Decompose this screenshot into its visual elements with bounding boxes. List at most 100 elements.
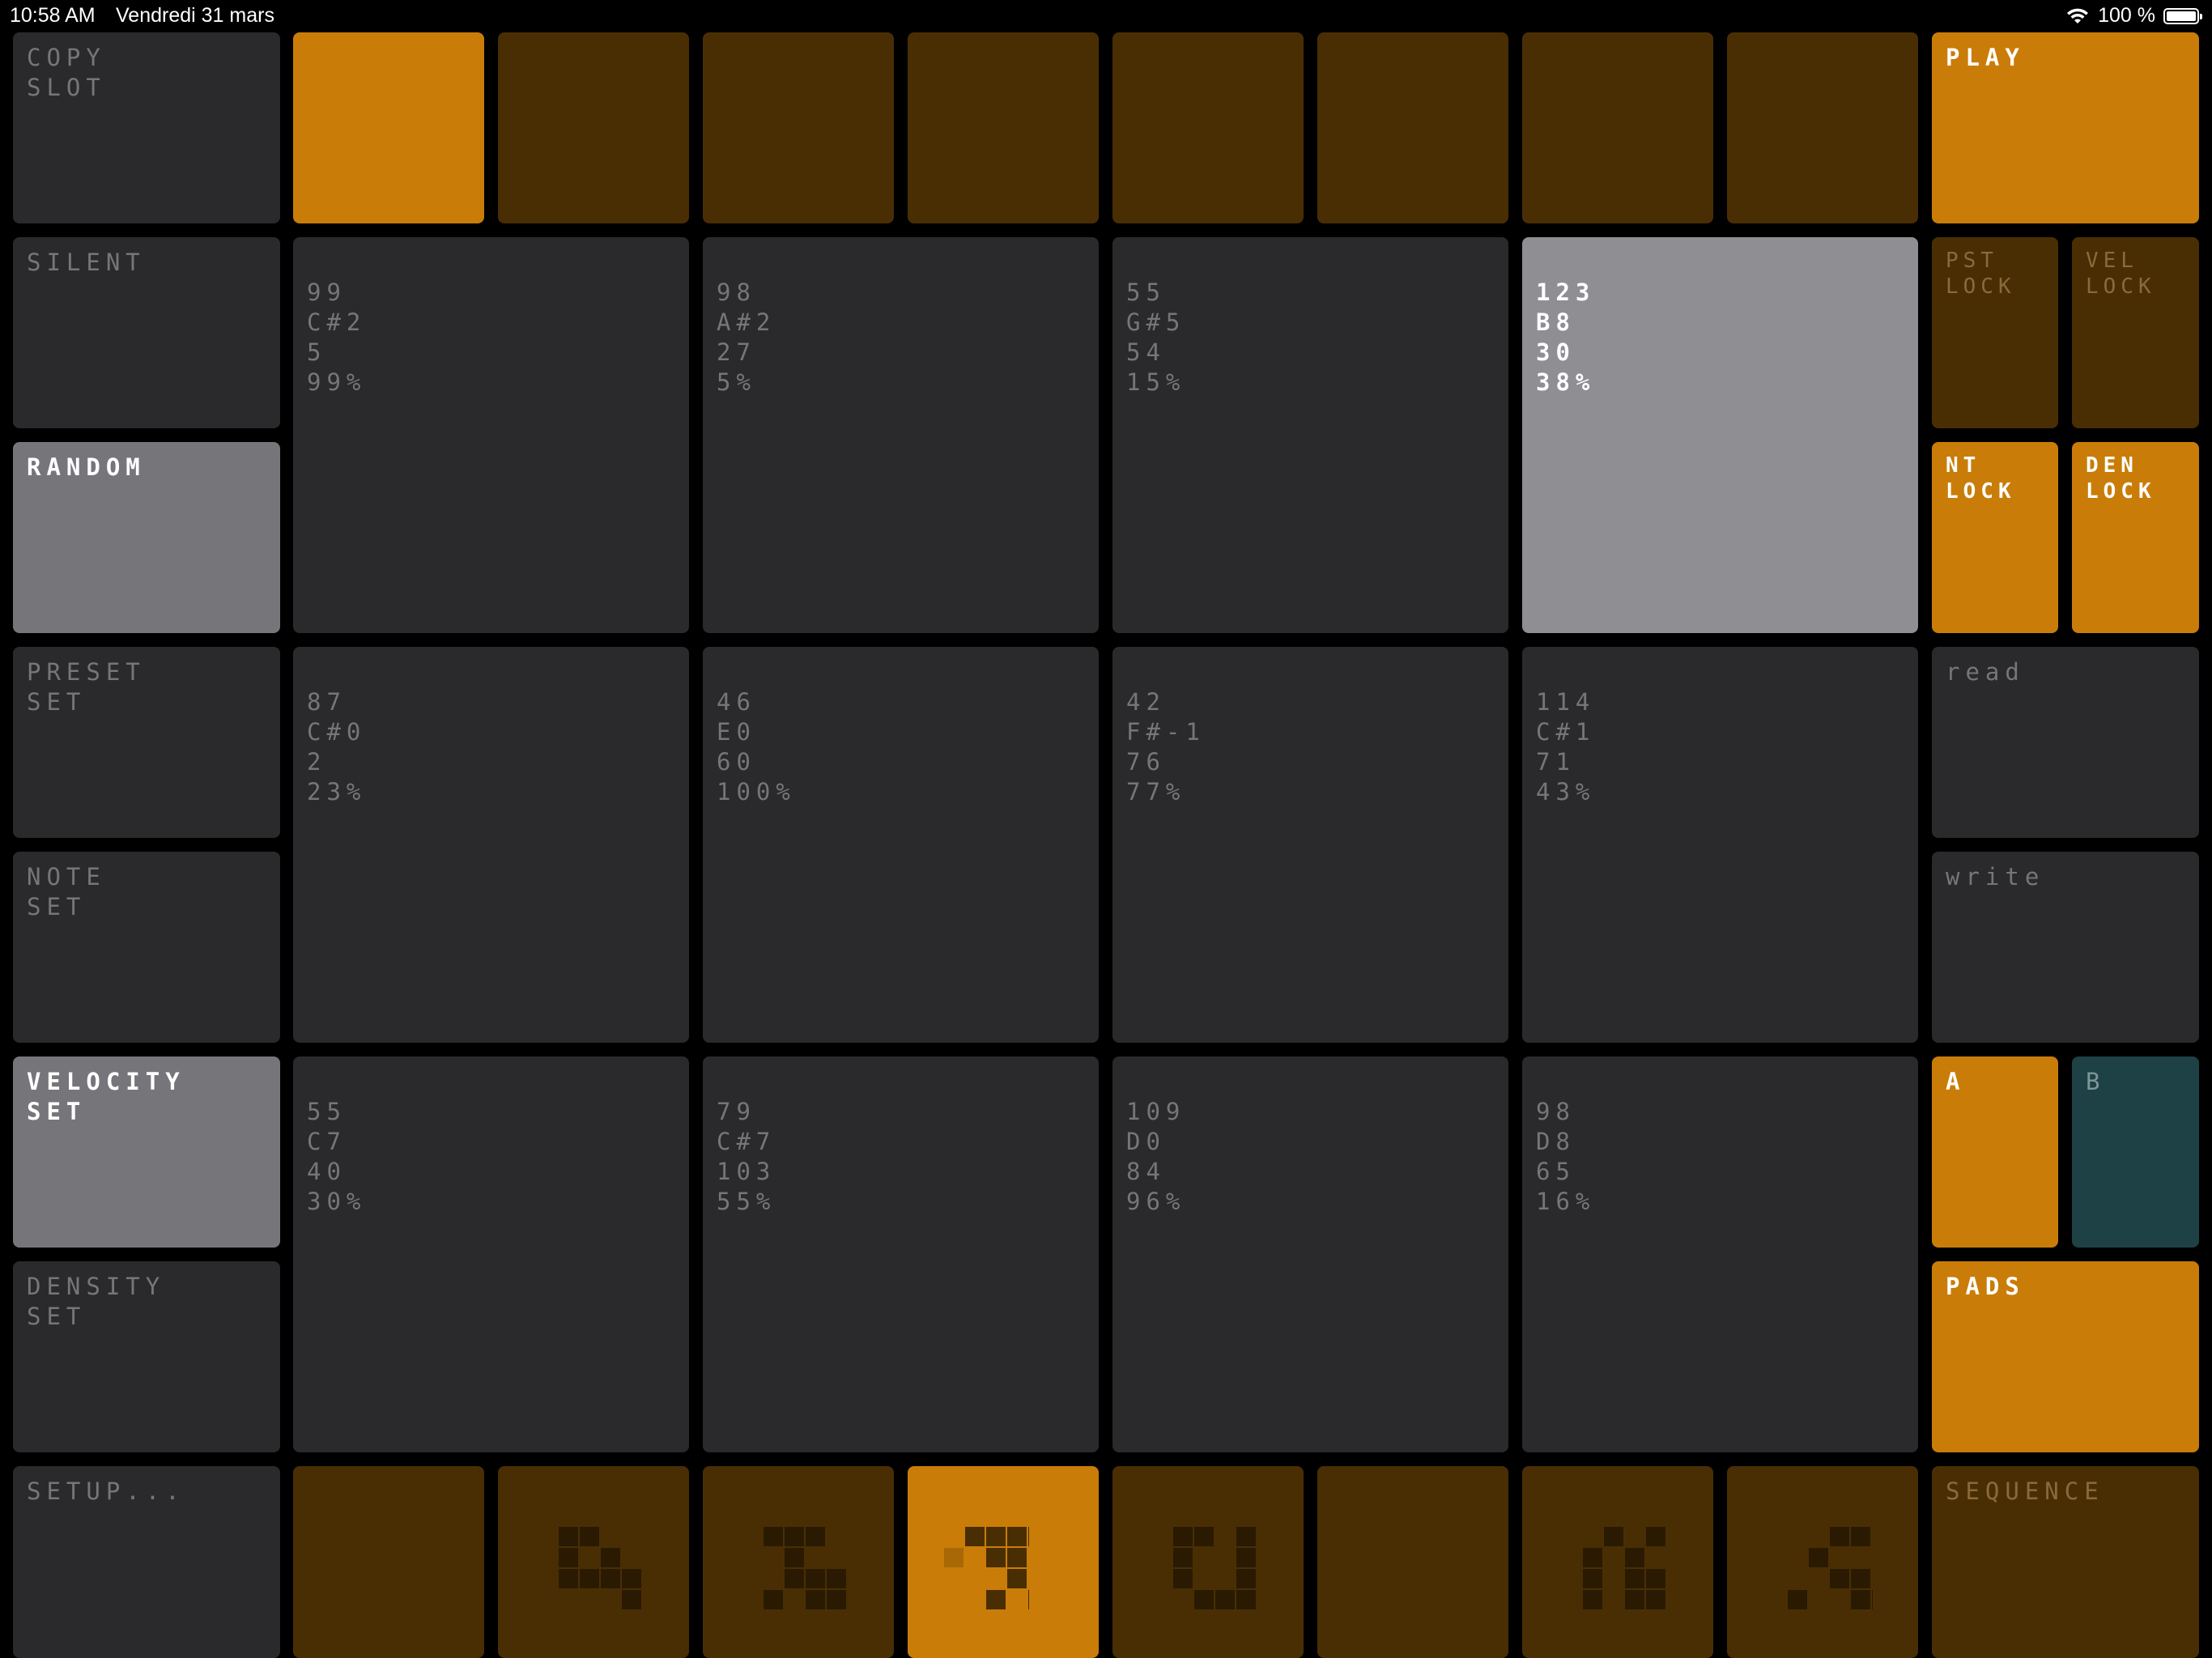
pad-1[interactable]: 99 C#2 5 99% [293, 237, 689, 633]
status-bar: 10:58 AM Vendredi 31 mars 100 % [0, 0, 2212, 32]
pad-5[interactable]: 87 C#0 2 23% [293, 647, 689, 1043]
pad-3[interactable]: 55 G#5 54 15% [1112, 237, 1508, 633]
den-lock-button[interactable]: DEN LOCK [2072, 442, 2199, 633]
sequence-step-5[interactable] [1112, 1466, 1304, 1658]
pad-preset: 46 [717, 688, 756, 716]
pad-10[interactable]: 79 C#7 103 55% [703, 1056, 1099, 1452]
sequence-step-4-active[interactable] [908, 1466, 1099, 1658]
pad-density: 15% [1126, 368, 1186, 396]
status-date: Vendredi 31 mars [116, 4, 274, 27]
pad-note: E0 [717, 718, 756, 746]
pad-12[interactable]: 98 D8 65 16% [1522, 1056, 1918, 1452]
pad-2[interactable]: 98 A#2 27 5% [703, 237, 1099, 633]
slot-7[interactable] [1522, 32, 1713, 223]
sequence-step-2[interactable] [498, 1466, 689, 1658]
pattern-glyph-icon [944, 1527, 1029, 1609]
sequence-step-8[interactable] [1727, 1466, 1918, 1658]
pad-density: 43% [1536, 778, 1596, 806]
pad-density: 55% [717, 1188, 776, 1215]
sequence-step-1[interactable] [293, 1466, 484, 1658]
battery-icon [2163, 7, 2202, 24]
play-button[interactable]: PLAY [1932, 32, 2199, 223]
pad-preset: 79 [717, 1098, 756, 1125]
pad-preset: 99 [307, 278, 347, 306]
pad-note: G#5 [1126, 308, 1186, 336]
write-button[interactable]: write [1932, 852, 2199, 1043]
pad-note: D0 [1126, 1128, 1166, 1155]
slot-6[interactable] [1317, 32, 1508, 223]
pattern-glyph-icon [1583, 1527, 1665, 1609]
setup-button[interactable]: SETUP... [13, 1466, 280, 1658]
pad-8[interactable]: 114 C#1 71 43% [1522, 647, 1918, 1043]
pads-button[interactable]: PADS [1932, 1261, 2199, 1452]
pattern-glyph-icon [764, 1527, 846, 1609]
pad-preset: 55 [307, 1098, 347, 1125]
vel-lock-button[interactable]: VEL LOCK [2072, 237, 2199, 428]
pad-density: 77% [1126, 778, 1186, 806]
pad-density: 99% [307, 368, 367, 396]
pad-velocity: 103 [717, 1158, 776, 1185]
slot-5[interactable] [1112, 32, 1304, 223]
pad-density: 38% [1536, 368, 1596, 396]
pattern-glyph-icon [1788, 1527, 1873, 1609]
pad-velocity: 76 [1126, 748, 1166, 776]
pad-note: A#2 [717, 308, 776, 336]
read-button[interactable]: read [1932, 647, 2199, 838]
preset-set-button[interactable]: PRESET SET [13, 647, 280, 838]
b-button[interactable]: B [2072, 1056, 2199, 1248]
pad-note: F#-1 [1126, 718, 1206, 746]
pad-preset: 123 [1536, 278, 1596, 306]
pad-density: 96% [1126, 1188, 1186, 1215]
a-button[interactable]: A [1932, 1056, 2058, 1248]
pad-density: 100% [717, 778, 796, 806]
pad-note: C7 [307, 1128, 347, 1155]
pad-velocity: 2 [307, 748, 327, 776]
pad-density: 5% [717, 368, 756, 396]
sequence-button[interactable]: SEQUENCE [1932, 1466, 2199, 1658]
pad-velocity: 40 [307, 1158, 347, 1185]
pad-6[interactable]: 46 E0 60 100% [703, 647, 1099, 1043]
pad-velocity: 60 [717, 748, 756, 776]
pad-density: 23% [307, 778, 367, 806]
pad-note: D8 [1536, 1128, 1576, 1155]
slot-1[interactable] [293, 32, 484, 223]
pad-preset: 98 [1536, 1098, 1576, 1125]
pad-preset: 114 [1536, 688, 1596, 716]
pad-velocity: 5 [307, 338, 327, 366]
pad-preset: 98 [717, 278, 756, 306]
pad-preset: 109 [1126, 1098, 1186, 1125]
pad-velocity: 71 [1536, 748, 1576, 776]
pad-11[interactable]: 109 D0 84 96% [1112, 1056, 1508, 1452]
pad-velocity: 54 [1126, 338, 1166, 366]
copy-slot-button[interactable]: COPY SLOT [13, 32, 280, 223]
velocity-set-button[interactable]: VELOCITY SET [13, 1056, 280, 1248]
pad-9[interactable]: 55 C7 40 30% [293, 1056, 689, 1452]
pad-note: C#0 [307, 718, 367, 746]
sequence-step-6[interactable] [1317, 1466, 1508, 1658]
status-right: 100 % [2065, 4, 2202, 28]
status-time: 10:58 AM [10, 4, 96, 27]
pad-velocity: 65 [1536, 1158, 1576, 1185]
pattern-glyph-icon [559, 1527, 641, 1609]
pad-7[interactable]: 42 F#-1 76 77% [1112, 647, 1508, 1043]
pst-lock-button[interactable]: PST LOCK [1932, 237, 2058, 428]
slot-4[interactable] [908, 32, 1099, 223]
pad-4-active[interactable]: 123 B8 30 38% [1522, 237, 1918, 633]
silent-button[interactable]: SILENT [13, 237, 280, 428]
pad-density: 16% [1536, 1188, 1596, 1215]
sequence-step-3[interactable] [703, 1466, 894, 1658]
pad-preset: 87 [307, 688, 347, 716]
random-button[interactable]: RANDOM [13, 442, 280, 633]
pad-preset: 55 [1126, 278, 1166, 306]
pad-density: 30% [307, 1188, 367, 1215]
slot-2[interactable] [498, 32, 689, 223]
slot-8[interactable] [1727, 32, 1918, 223]
pad-note: B8 [1536, 308, 1576, 336]
sequence-step-7[interactable] [1522, 1466, 1713, 1658]
pad-velocity: 30 [1536, 338, 1576, 366]
slot-3[interactable] [703, 32, 894, 223]
density-set-button[interactable]: DENSITY SET [13, 1261, 280, 1452]
nt-lock-button[interactable]: NT LOCK [1932, 442, 2058, 633]
battery-percent: 100 % [2098, 4, 2155, 27]
note-set-button[interactable]: NOTE SET [13, 852, 280, 1043]
